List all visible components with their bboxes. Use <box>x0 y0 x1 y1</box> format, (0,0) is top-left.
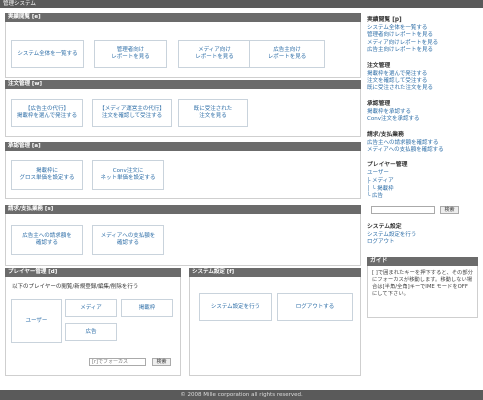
section-system-title: システム設定 [f] <box>189 268 361 277</box>
section-seikyu-title: 請求/支払業務 [s] <box>5 205 361 214</box>
tile-set-net-price[interactable]: Conv注文に ネット単価を設定する <box>92 160 164 190</box>
copyright: © 2008 Mille corporation all rights rese… <box>180 392 303 398</box>
tile-advertiser-report[interactable]: 広告主向け レポートを見る <box>249 40 325 68</box>
player-note: 以下のプレイヤーの閲覧/新規登録/編集/削除を行う <box>12 284 139 290</box>
footer: © 2008 Mille corporation all rights rese… <box>0 390 483 400</box>
sidebar-search-input[interactable] <box>371 205 435 214</box>
tile-advertiser-billing[interactable]: 広告主への請求額を 確認する <box>11 225 83 255</box>
sidebar-jisseki-title: 実績閲覧 [p] <box>367 17 402 23</box>
tile-order-on-behalf[interactable]: 【広告主の代行】 掲載枠を選んで発注する <box>11 99 83 127</box>
section-seikyu: 請求/支払業務 [s] 広告主への請求額を 確認する メディアへの支払額を 確認… <box>5 205 361 266</box>
section-jisseki-title: 実績閲覧 [e] <box>5 13 361 22</box>
player-focus-input[interactable] <box>89 358 146 366</box>
app-title-bar: 管理システム <box>0 0 483 8</box>
tile-system-overview[interactable]: システム全体を一覧する <box>11 40 84 68</box>
section-chumon: 注文管理 [w] 【広告主の代行】 掲載枠を選んで発注する 【メディア運営主の代… <box>5 80 361 137</box>
tree-item-advertiser[interactable]: └ 広告 <box>367 193 478 201</box>
tile-user[interactable]: ユーザー <box>11 299 62 343</box>
section-jisseki: 実績閲覧 [e] システム全体を一覧する 管理者向け レポートを見る メディア向… <box>5 13 361 78</box>
tile-system-settings[interactable]: システム設定を行う <box>199 293 272 321</box>
tile-media[interactable]: メディア <box>65 299 117 317</box>
tile-admin-report[interactable]: 管理者向け レポートを見る <box>94 40 167 68</box>
sidebar-link-admin-report[interactable]: 管理者向けレポートを見る <box>367 32 478 39</box>
player-search-button[interactable]: 検索 <box>152 358 171 366</box>
sidebar: 実績閲覧 [p] システム全体を一覧する 管理者向けレポートを見る メディア向け… <box>367 12 478 318</box>
tile-accept-on-behalf[interactable]: 【メディア運営主の代行】 注文を確認して受注する <box>92 99 172 127</box>
sidebar-chumon-title: 注文管理 <box>367 62 391 69</box>
sidebar-link-logout[interactable]: ログアウト <box>367 239 478 246</box>
section-shonin: 承認管理 [a] 掲載枠に グロス単価を設定する Conv注文に ネット単価を設… <box>5 142 361 199</box>
sidebar-link-advertiser-report[interactable]: 広告主向けレポートを見る <box>367 47 478 54</box>
sidebar-link-billing[interactable]: 広告主への請求額を確認する <box>367 140 478 147</box>
sidebar-link-accepted-orders[interactable]: 既に受注された注文を見る <box>367 85 478 92</box>
section-player: プレイヤー管理 [d] 以下のプレイヤーの閲覧/新規登録/編集/削除を行う ユー… <box>5 268 181 376</box>
section-player-title: プレイヤー管理 [d] <box>5 268 181 277</box>
sidebar-system-title: システム設定 <box>367 223 402 230</box>
tile-advertiser[interactable]: 広告 <box>65 323 117 341</box>
sidebar-link-payment[interactable]: メディアへの支払額を確認する <box>367 147 478 154</box>
tile-slot[interactable]: 掲載枠 <box>121 299 173 317</box>
tree-item-user[interactable]: ユーザー <box>367 170 478 178</box>
tile-logout[interactable]: ログアウトする <box>277 293 353 321</box>
app-title: 管理システム <box>3 1 36 7</box>
section-system: システム設定 [f] システム設定を行う ログアウトする <box>189 268 361 376</box>
guide-text: [ ]で囲まれたキーを押下すると、その部分にフォーカスが移動します。移動しない場… <box>367 265 478 318</box>
tile-accepted-orders[interactable]: 既に受注された 注文を見る <box>178 99 248 127</box>
section-chumon-title: 注文管理 [w] <box>5 80 361 89</box>
sidebar-link-order[interactable]: 掲載枠を選んで発注する <box>367 71 478 78</box>
sidebar-player-tree: ユーザー ├ メディア │ └ 掲載枠 └ 広告 <box>367 170 478 200</box>
tile-media-payment[interactable]: メディアへの支払額を 確認する <box>92 225 164 255</box>
tree-item-media[interactable]: ├ メディア <box>367 178 478 186</box>
section-shonin-title: 承認管理 [a] <box>5 142 361 151</box>
sidebar-link-approve-conv[interactable]: Conv注文を承認する <box>367 116 478 123</box>
tree-item-slot[interactable]: │ └ 掲載枠 <box>367 186 478 194</box>
tile-media-report[interactable]: メディア向け レポートを見る <box>178 40 251 68</box>
sidebar-player-title: プレイヤー管理 <box>367 162 408 169</box>
tile-set-gross-price[interactable]: 掲載枠に グロス単価を設定する <box>11 160 83 190</box>
sidebar-shonin-title: 承認管理 <box>367 100 391 107</box>
guide-title: ガイド <box>367 256 478 266</box>
sidebar-seikyu-title: 請求/支払業務 <box>367 131 404 138</box>
sidebar-search-button[interactable]: 検索 <box>440 205 459 214</box>
